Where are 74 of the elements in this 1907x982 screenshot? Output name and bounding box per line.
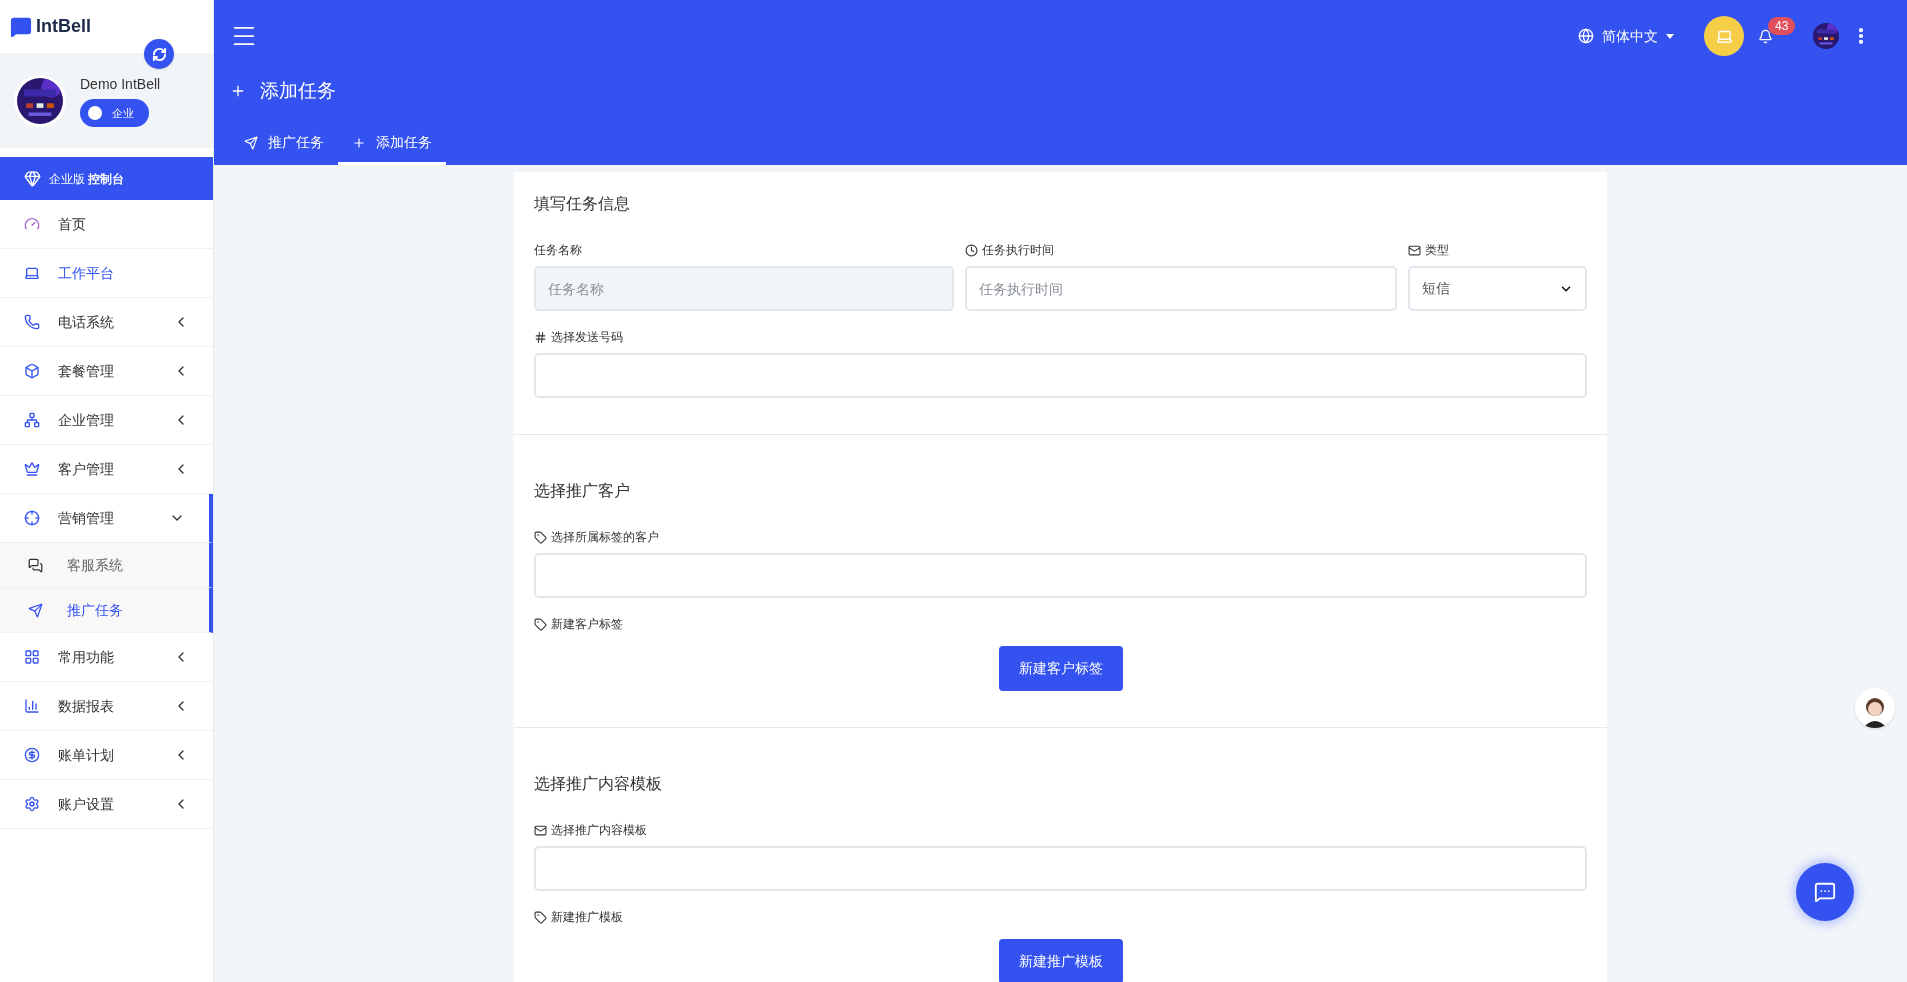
sidebar-item[interactable]: 套餐管理 xyxy=(0,347,213,396)
create-button[interactable]: 新建客户标签 xyxy=(998,646,1123,691)
dot-icon xyxy=(88,106,102,120)
submenu-item[interactable]: 客服系统 xyxy=(0,543,213,588)
type-select[interactable]: 短信 xyxy=(1408,266,1587,311)
field-label: 任务名称 xyxy=(534,242,582,259)
sidebar-item[interactable]: 常用功能 xyxy=(0,633,213,682)
input-field[interactable] xyxy=(534,846,1587,891)
field-label: 新建客户标签 xyxy=(551,616,623,633)
bell-icon[interactable] xyxy=(1758,28,1773,44)
sidebar-item[interactable]: 企业管理 xyxy=(0,396,213,445)
tag-icon xyxy=(534,617,547,631)
section-title: 选择推广内容模板 xyxy=(534,774,663,794)
cube-icon xyxy=(24,363,40,379)
laptop-icon xyxy=(24,265,40,281)
sidebar-item[interactable]: 账户设置 xyxy=(0,780,213,829)
page-title: 添加任务 xyxy=(260,78,336,103)
sidebar-item[interactable]: 首页 xyxy=(0,200,213,249)
settings-icon xyxy=(24,796,40,812)
tab[interactable]: 推广任务 xyxy=(230,123,338,165)
field-label: 选择所属标签的客户 xyxy=(551,529,659,546)
field-label: 选择发送号码 xyxy=(551,329,623,346)
device-button[interactable] xyxy=(1704,16,1744,56)
input-field[interactable] xyxy=(534,553,1587,598)
banner-text: 企业版 控制台 xyxy=(49,170,125,188)
section-title: 填写任务信息 xyxy=(534,194,631,214)
avatar[interactable] xyxy=(1813,23,1839,49)
enterprise-button[interactable]: 企业 xyxy=(80,99,149,127)
create-button[interactable]: 新建推广模板 xyxy=(998,939,1123,982)
refresh-button[interactable] xyxy=(144,39,174,69)
grid-icon xyxy=(24,649,40,665)
tag-icon xyxy=(534,530,547,544)
hierarchy-icon xyxy=(24,412,40,428)
send-icon xyxy=(244,135,258,150)
field-label: 类型 xyxy=(1425,242,1449,259)
user-name: Demo IntBell xyxy=(80,75,161,94)
clock-icon xyxy=(965,243,978,257)
mail-icon xyxy=(1408,243,1421,257)
logo-icon xyxy=(10,15,32,38)
sidebar-item[interactable]: 客户管理 xyxy=(0,445,213,494)
plus-icon xyxy=(230,83,246,99)
phone-icon xyxy=(24,314,40,330)
input-field[interactable] xyxy=(534,353,1587,398)
dollar-icon xyxy=(24,747,40,763)
section-title: 选择推广客户 xyxy=(534,481,631,501)
tab[interactable]: 添加任务 xyxy=(338,123,446,165)
diamond-icon xyxy=(24,170,41,187)
logo-text: IntBell xyxy=(36,15,91,38)
chat-bubbles-icon xyxy=(28,557,43,573)
sidebar-item[interactable]: 数据报表 xyxy=(0,682,213,731)
field-label: 新建推广模板 xyxy=(551,909,623,926)
bar-chart-icon xyxy=(24,698,40,714)
sidebar-item[interactable]: 账单计划 xyxy=(0,731,213,780)
sidebar-item[interactable]: 电话系统 xyxy=(0,298,213,347)
crown-icon xyxy=(24,461,40,477)
plus-icon xyxy=(352,135,366,150)
send-icon xyxy=(28,602,43,618)
sidebar-item[interactable]: 工作平台 xyxy=(0,249,213,298)
mail-icon xyxy=(534,823,547,837)
field-label: 任务执行时间 xyxy=(982,242,1054,259)
globe-icon xyxy=(1578,28,1594,44)
gauge-icon xyxy=(24,216,40,232)
hash-icon xyxy=(534,330,547,344)
tag-icon xyxy=(534,910,547,924)
refresh-icon xyxy=(151,46,167,62)
submenu-item[interactable]: 推广任务 xyxy=(0,588,213,633)
chat-icon xyxy=(1814,881,1836,903)
assistant-avatar[interactable] xyxy=(1855,688,1895,728)
chat-button[interactable] xyxy=(1796,863,1854,921)
input-field[interactable]: 任务执行时间 xyxy=(965,266,1397,311)
language-dropdown[interactable]: 简体中文 xyxy=(1578,25,1674,47)
crosshair-icon xyxy=(24,510,40,526)
notification-badge: 43 xyxy=(1768,16,1796,35)
field-label: 选择推广内容模板 xyxy=(551,822,647,839)
